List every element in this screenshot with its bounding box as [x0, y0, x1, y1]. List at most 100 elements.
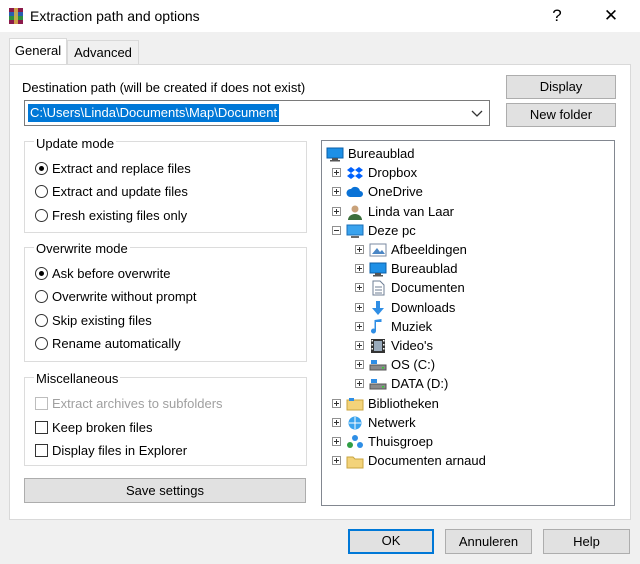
checkbox-icon[interactable] — [35, 421, 48, 434]
expand-icon[interactable] — [355, 264, 364, 274]
tree-node-label: Afbeeldingen — [391, 242, 467, 257]
help-title-button[interactable]: ? — [542, 4, 572, 28]
tree-node[interactable]: Deze pc — [322, 221, 614, 240]
tree-node-label: Linda van Laar — [368, 203, 455, 219]
tree-node-label: Thuisgroep — [368, 434, 434, 449]
tree-node[interactable]: Bureaublad — [322, 259, 614, 278]
radio-icon[interactable] — [35, 290, 48, 303]
tree-node[interactable]: OS (C:) — [322, 355, 614, 374]
collapse-icon[interactable] — [332, 225, 341, 235]
destination-path-value: C:\Users\Linda\Documents\Map\Document — [28, 104, 280, 122]
radio-icon[interactable] — [35, 314, 48, 327]
radio-fresh-existing[interactable]: Fresh existing files only — [35, 206, 187, 226]
tree-node[interactable]: Afbeeldingen — [322, 240, 614, 259]
dropbox-icon — [347, 167, 363, 180]
checkbox-extract-subfolders: Extract archives to subfolders — [35, 394, 223, 414]
radio-icon[interactable] — [35, 209, 48, 222]
ok-button[interactable]: OK — [348, 529, 434, 554]
tree-node[interactable]: Bibliotheken — [322, 394, 614, 413]
computer-icon — [346, 224, 364, 238]
folder-tree[interactable]: Bureaublad Dropbox OneDrive Linda van Laar D… — [321, 140, 615, 506]
checkbox-icon[interactable] — [35, 444, 48, 457]
tree-node[interactable]: Bureaublad — [322, 144, 614, 163]
radio-skip-existing[interactable]: Skip existing files — [35, 311, 152, 331]
tree-node-label: Video's — [391, 338, 433, 353]
destination-label: Destination path (will be created if doe… — [22, 80, 306, 95]
overwrite-mode-group: Overwrite mode Ask before overwrite Over… — [24, 241, 307, 362]
tree-node[interactable]: Documenten — [322, 278, 614, 297]
radio-selected-icon[interactable] — [35, 267, 48, 280]
radio-rename-automatically[interactable]: Rename automatically — [35, 334, 181, 354]
expand-icon[interactable] — [332, 206, 341, 216]
tree-node[interactable]: Dropbox — [322, 163, 614, 182]
tree-node-label: DATA (D:) — [391, 376, 449, 392]
checkbox-icon — [35, 397, 48, 410]
miscellaneous-title: Miscellaneous — [34, 371, 121, 386]
help-button[interactable]: Help — [543, 529, 630, 554]
tree-node[interactable]: OneDrive — [322, 182, 614, 201]
tree-node[interactable]: Netwerk — [322, 413, 614, 432]
tree-node[interactable]: Thuisgroep — [322, 432, 614, 451]
expand-icon[interactable] — [355, 321, 364, 331]
window-title: Extraction path and options — [30, 8, 200, 24]
radio-extract-update[interactable]: Extract and update files — [35, 182, 188, 202]
pictures-icon — [369, 243, 387, 257]
tab-general[interactable]: General — [9, 38, 67, 64]
radio-ask-before-overwrite[interactable]: Ask before overwrite — [35, 264, 171, 284]
desktop-icon — [326, 147, 344, 162]
expand-icon[interactable] — [332, 417, 341, 427]
download-icon — [372, 300, 384, 315]
cancel-button[interactable]: Annuleren — [445, 529, 532, 554]
cloud-icon — [346, 187, 363, 198]
drive-icon — [369, 360, 387, 371]
user-icon — [348, 205, 362, 220]
tree-node[interactable]: Video's — [322, 336, 614, 355]
expand-icon[interactable] — [355, 360, 364, 370]
overwrite-mode-title: Overwrite mode — [34, 241, 130, 256]
drive-icon — [369, 379, 387, 390]
radio-icon[interactable] — [35, 185, 48, 198]
radio-overwrite-without-prompt[interactable]: Overwrite without prompt — [35, 287, 197, 307]
dialog-footer: OK Annuleren Help — [0, 520, 640, 564]
expand-icon[interactable] — [332, 168, 341, 178]
tree-node-label: OneDrive — [368, 184, 423, 200]
library-icon — [346, 397, 364, 411]
tree-node[interactable]: Downloads — [322, 298, 614, 317]
tree-node[interactable]: Muziek — [322, 317, 614, 336]
tree-node-label: Muziek — [391, 318, 433, 334]
radio-selected-icon[interactable] — [35, 162, 48, 175]
tree-node-label: Deze pc — [368, 222, 416, 238]
expand-icon[interactable] — [355, 341, 364, 350]
tree-node[interactable]: DATA (D:) — [322, 374, 614, 393]
tree-node[interactable]: Documenten arnaud — [322, 451, 614, 470]
music-icon — [371, 318, 382, 334]
radio-extract-replace[interactable]: Extract and replace files — [35, 159, 191, 179]
expand-icon[interactable] — [332, 456, 341, 466]
expand-icon[interactable] — [332, 398, 341, 408]
checkbox-keep-broken-files[interactable]: Keep broken files — [35, 418, 152, 438]
tree-node-label: OS (C:) — [391, 357, 436, 373]
close-title-button[interactable]: ✕ — [596, 4, 626, 28]
display-button[interactable]: Display — [506, 75, 616, 99]
radio-icon[interactable] — [35, 337, 48, 350]
update-mode-title: Update mode — [34, 136, 117, 151]
expand-icon[interactable] — [355, 379, 364, 389]
expand-icon[interactable] — [355, 283, 364, 293]
destination-path-combobox[interactable]: C:\Users\Linda\Documents\Map\Document — [24, 100, 490, 126]
checkbox-display-in-explorer[interactable]: Display files in Explorer — [35, 441, 187, 461]
tree-node[interactable]: Linda van Laar — [322, 202, 614, 221]
tab-advanced[interactable]: Advanced — [67, 40, 139, 64]
document-icon — [372, 280, 385, 296]
tree-node-label: Bureaublad — [348, 146, 415, 161]
new-folder-button[interactable]: New folder — [506, 103, 616, 127]
save-settings-button[interactable]: Save settings — [24, 478, 306, 503]
expand-icon[interactable] — [355, 302, 364, 312]
tree-node-label: Downloads — [391, 299, 456, 315]
winrar-app-icon — [9, 8, 23, 24]
video-icon — [371, 339, 385, 353]
chevron-down-icon[interactable] — [469, 105, 485, 121]
expand-icon[interactable] — [332, 187, 341, 197]
tree-node-label: Bureaublad — [391, 261, 458, 277]
expand-icon[interactable] — [355, 245, 364, 254]
expand-icon[interactable] — [332, 437, 341, 446]
